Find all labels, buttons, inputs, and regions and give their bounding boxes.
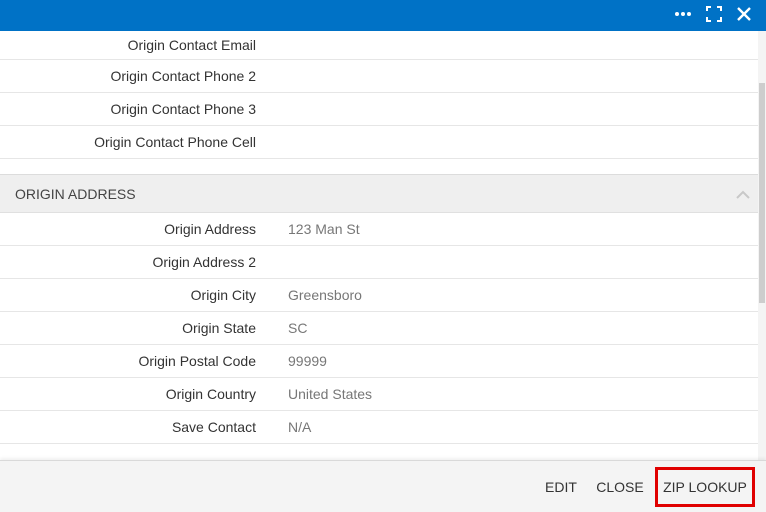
scrollbar-thumb[interactable]	[759, 83, 765, 303]
dialog-footer: EDIT CLOSE ZIP LOOKUP	[0, 460, 766, 512]
vertical-scrollbar[interactable]	[758, 31, 766, 460]
field-label: Origin Contact Phone 3	[110, 101, 256, 117]
window-controls	[674, 4, 752, 29]
form-content: Origin Contact Email Origin Contact Phon…	[0, 31, 758, 460]
chevron-up-icon[interactable]	[736, 187, 750, 203]
field-value: United States	[288, 386, 373, 402]
close-button[interactable]: CLOSE	[592, 461, 648, 512]
zip-lookup-button[interactable]: ZIP LOOKUP	[655, 467, 755, 507]
field-value: Greensboro	[288, 287, 362, 303]
field-label: Origin City	[190, 287, 256, 303]
field-value: SC	[288, 320, 308, 336]
field-row-origin-city: Origin City Greensboro	[0, 279, 758, 312]
close-icon[interactable]	[736, 6, 752, 27]
field-label: Origin Address	[164, 221, 256, 237]
field-row-origin-address-2: Origin Address 2	[0, 246, 758, 279]
field-value: N/A	[288, 419, 312, 435]
field-label: Origin State	[182, 320, 256, 336]
more-icon[interactable]	[674, 4, 692, 29]
field-label: Origin Contact Phone Cell	[94, 134, 256, 150]
field-row-save-contact: Save Contact N/A	[0, 411, 758, 444]
field-row-origin-postal-code: Origin Postal Code 99999	[0, 345, 758, 378]
section-header-origin-address[interactable]: ORIGIN ADDRESS	[0, 174, 758, 213]
field-label: Save Contact	[171, 419, 256, 435]
fullscreen-icon[interactable]	[706, 5, 722, 27]
field-row-origin-contact-phone-cell: Origin Contact Phone Cell	[0, 126, 758, 159]
section-title: ORIGIN ADDRESS	[15, 185, 136, 202]
field-row-origin-address: Origin Address 123 Man St	[0, 213, 758, 246]
field-row-origin-state: Origin State SC	[0, 312, 758, 345]
field-label: Origin Address 2	[152, 254, 257, 270]
edit-button[interactable]: EDIT	[536, 461, 586, 512]
field-label: Origin Country	[165, 386, 256, 402]
field-label: Origin Contact Phone 2	[110, 68, 256, 84]
field-row-origin-contact-email: Origin Contact Email	[0, 31, 758, 60]
field-value: 123 Man St	[288, 221, 360, 237]
field-row-origin-contact-phone-3: Origin Contact Phone 3	[0, 93, 758, 126]
field-row-origin-country: Origin Country United States	[0, 378, 758, 411]
field-row-origin-contact-phone-2: Origin Contact Phone 2	[0, 60, 758, 93]
field-label: Origin Postal Code	[138, 353, 256, 369]
field-label: Origin Contact Email	[127, 37, 256, 53]
field-value: 99999	[288, 353, 327, 369]
window-titlebar	[0, 0, 766, 31]
